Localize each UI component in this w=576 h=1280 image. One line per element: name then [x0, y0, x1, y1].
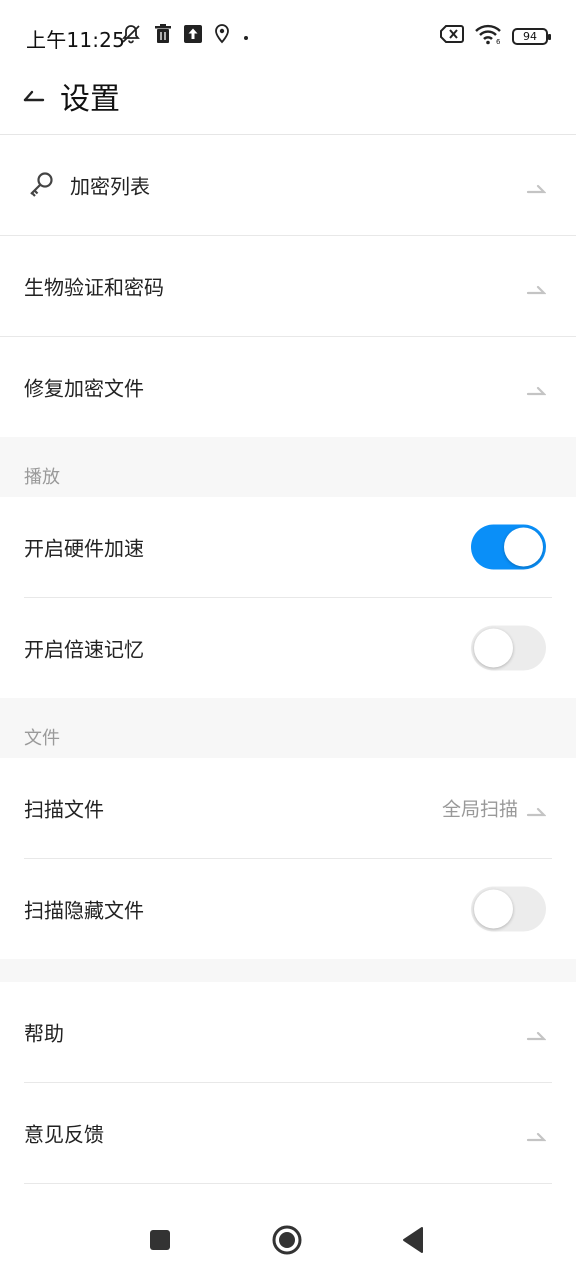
encrypt-list-label: 加密列表: [70, 174, 150, 199]
trash-icon: [154, 24, 172, 48]
chevron-right-icon: [526, 802, 547, 817]
section-files: 文件: [0, 698, 576, 758]
scan-files-label: 扫描文件: [24, 797, 104, 822]
status-time: 上午11:25: [26, 28, 126, 52]
status-icons-right: 6 94: [440, 23, 551, 49]
scan-hidden-row: 扫描隐藏文件: [0, 859, 576, 959]
chevron-right-icon: [526, 179, 547, 194]
location-icon: [214, 24, 230, 48]
home-circle-icon[interactable]: [271, 1224, 303, 1256]
feedback-row[interactable]: 意见反馈: [0, 1083, 576, 1183]
scan-files-value: 全局扫描: [441, 798, 518, 821]
hw-accel-toggle[interactable]: [471, 524, 546, 570]
dot-icon: [242, 27, 250, 46]
bio-password-row[interactable]: 生物验证和密码: [0, 236, 576, 336]
battery-icon: 94: [512, 27, 551, 45]
repair-files-label: 修复加密文件: [24, 376, 144, 401]
status-icons-left: [120, 24, 250, 48]
encrypt-list-row[interactable]: 加密列表: [0, 135, 576, 235]
section-gap: [0, 959, 576, 982]
toggle-knob: [474, 889, 513, 929]
hw-accel-label: 开启硬件加速: [24, 536, 144, 561]
upload-icon: [184, 25, 202, 47]
speed-memory-label: 开启倍速记忆: [24, 637, 144, 662]
speed-memory-row: 开启倍速记忆: [0, 598, 576, 698]
bell-off-icon: [120, 23, 142, 49]
chevron-right-icon: [526, 1026, 547, 1041]
hw-accel-row: 开启硬件加速: [0, 497, 576, 597]
scan-files-row[interactable]: 扫描文件 全局扫描: [0, 758, 576, 858]
back-triangle-icon[interactable]: [396, 1224, 428, 1256]
help-row[interactable]: 帮助: [0, 982, 576, 1082]
back-arrow-icon[interactable]: [20, 82, 48, 110]
section-title-files: 文件: [24, 728, 60, 749]
bio-password-label: 生物验证和密码: [24, 275, 164, 300]
scan-hidden-toggle[interactable]: [471, 886, 546, 932]
section-playback: 播放: [0, 437, 576, 497]
speed-memory-toggle[interactable]: [471, 625, 546, 671]
page-title: 设置: [60, 82, 120, 117]
feedback-label: 意见反馈: [24, 1122, 104, 1147]
key-icon: [26, 170, 56, 200]
sim-none-icon: [440, 25, 464, 47]
nav-bar: [0, 1200, 576, 1280]
chevron-right-icon: [526, 381, 547, 396]
chevron-right-icon: [526, 280, 547, 295]
header: 设置: [0, 64, 576, 134]
chevron-right-icon: [526, 1127, 547, 1142]
toggle-knob: [504, 527, 543, 567]
divider: [24, 1183, 552, 1184]
toggle-knob: [474, 628, 513, 668]
svg-text:6: 6: [496, 38, 501, 45]
wifi-icon: 6: [474, 23, 502, 49]
status-bar: 上午11:25 6 94: [0, 0, 576, 72]
recents-square-icon[interactable]: [144, 1224, 176, 1256]
section-title-playback: 播放: [24, 467, 60, 488]
scan-hidden-label: 扫描隐藏文件: [24, 898, 144, 923]
repair-files-row[interactable]: 修复加密文件: [0, 337, 576, 437]
help-label: 帮助: [24, 1021, 64, 1046]
